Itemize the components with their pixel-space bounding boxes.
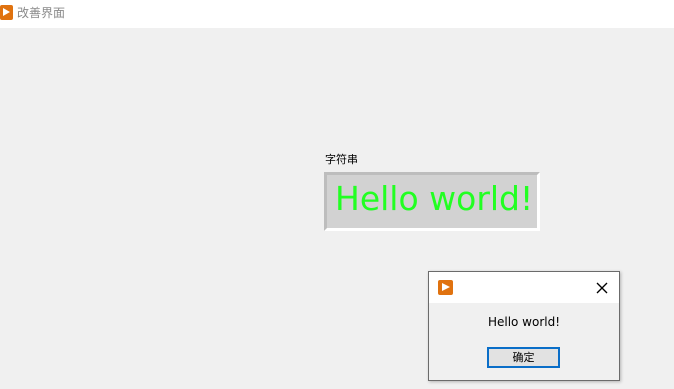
- message-dialog: Hello world! 确定: [428, 271, 620, 381]
- window-title: 改善界面: [17, 6, 66, 20]
- string-indicator[interactable]: Hello world!: [324, 172, 540, 231]
- window-titlebar[interactable]: 改善界面: [0, 0, 674, 28]
- ok-button[interactable]: 确定: [487, 347, 560, 368]
- app-play-icon: [438, 280, 453, 295]
- string-value: Hello world!: [335, 179, 534, 218]
- dialog-titlebar[interactable]: [429, 272, 619, 303]
- dialog-message: Hello world!: [487, 315, 561, 329]
- string-label: 字符串: [325, 153, 358, 166]
- close-icon[interactable]: [592, 278, 612, 298]
- app-play-icon: [0, 5, 13, 20]
